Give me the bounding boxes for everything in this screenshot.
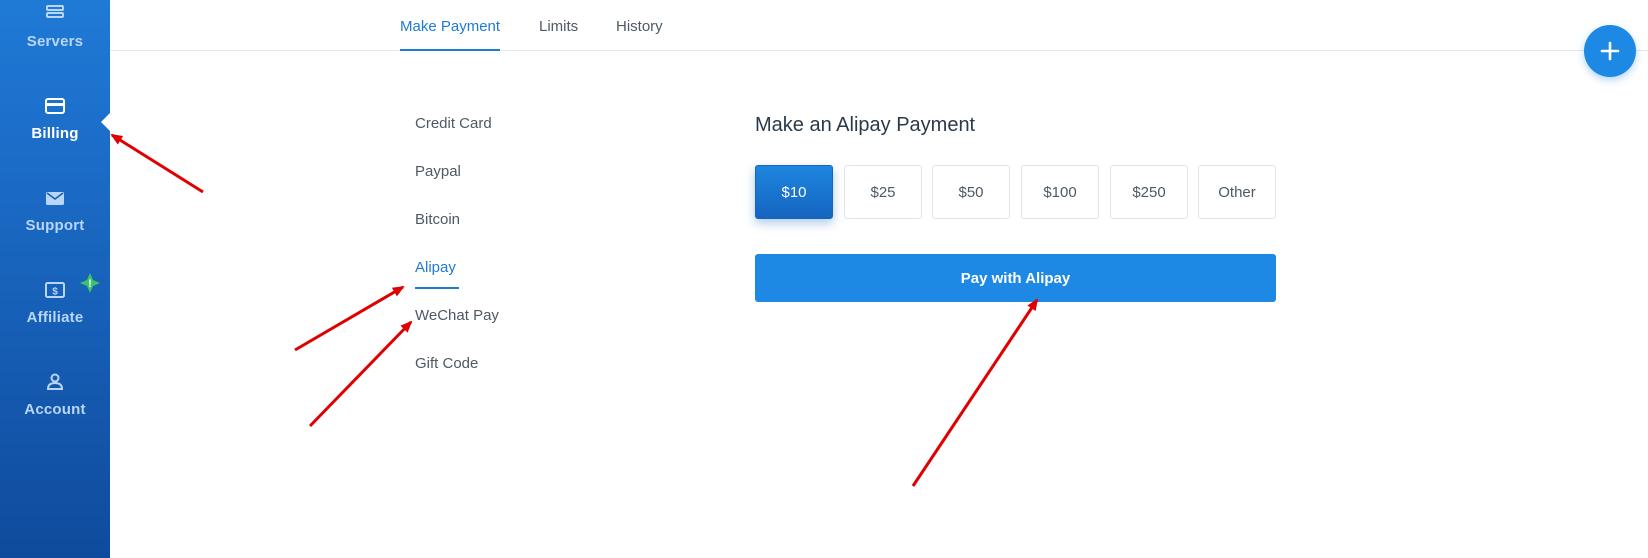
pay-with-alipay-button[interactable]: Pay with Alipay xyxy=(755,254,1276,302)
sidebar: Servers Billing Support $ Affiliate ! Ac… xyxy=(0,0,110,558)
envelope-icon xyxy=(46,192,64,205)
arrow-to-alipay xyxy=(294,285,405,352)
amount-option-other[interactable]: Other xyxy=(1198,165,1276,219)
alert-badge-icon: ! xyxy=(80,273,100,293)
sidebar-item-label: Affiliate xyxy=(26,309,84,326)
sidebar-item-label: Servers xyxy=(26,33,84,50)
dollar-bill-icon: $ xyxy=(45,282,65,298)
amount-option-50[interactable]: $50 xyxy=(932,165,1010,219)
tab-make-payment[interactable]: Make Payment xyxy=(400,18,501,51)
amount-option-10[interactable]: $10 xyxy=(755,165,833,219)
add-button[interactable] xyxy=(1584,25,1636,77)
tab-history[interactable]: History xyxy=(616,18,663,49)
amount-option-25[interactable]: $25 xyxy=(844,165,922,219)
method-alipay[interactable]: Alipay xyxy=(415,259,456,276)
arrow-to-pay-button xyxy=(911,298,1039,487)
sidebar-item-servers[interactable]: Servers xyxy=(0,0,110,50)
credit-card-icon xyxy=(45,98,65,114)
arrow-to-billing xyxy=(110,133,204,194)
active-indicator xyxy=(101,113,110,131)
method-bitcoin[interactable]: Bitcoin xyxy=(415,211,460,228)
sidebar-item-support[interactable]: Support xyxy=(0,162,110,234)
amount-option-250[interactable]: $250 xyxy=(1110,165,1188,219)
method-wechat-pay[interactable]: WeChat Pay xyxy=(415,307,499,324)
sidebar-item-account[interactable]: Account xyxy=(0,346,110,418)
badge-text: ! xyxy=(88,278,92,290)
user-icon xyxy=(46,373,64,390)
panel-title: Make an Alipay Payment xyxy=(755,114,976,136)
billing-page: Servers Billing Support $ Affiliate ! Ac… xyxy=(0,0,1648,558)
tab-limits[interactable]: Limits xyxy=(539,18,578,49)
servers-icon xyxy=(46,5,64,18)
billing-tabs: Make Payment Limits History xyxy=(110,0,1648,51)
plus-icon xyxy=(1600,41,1620,61)
method-gift-code[interactable]: Gift Code xyxy=(415,355,478,372)
arrow-to-wechat-pay xyxy=(308,320,413,428)
sidebar-item-label: Billing xyxy=(31,125,79,142)
sidebar-item-label: Account xyxy=(24,401,86,418)
sidebar-item-billing[interactable]: Billing xyxy=(0,70,110,142)
method-paypal[interactable]: Paypal xyxy=(415,163,461,180)
amount-option-100[interactable]: $100 xyxy=(1021,165,1099,219)
sidebar-item-label: Support xyxy=(25,217,85,234)
method-credit-card[interactable]: Credit Card xyxy=(415,115,492,132)
active-method-underline xyxy=(415,287,459,289)
svg-text:$: $ xyxy=(52,287,58,298)
